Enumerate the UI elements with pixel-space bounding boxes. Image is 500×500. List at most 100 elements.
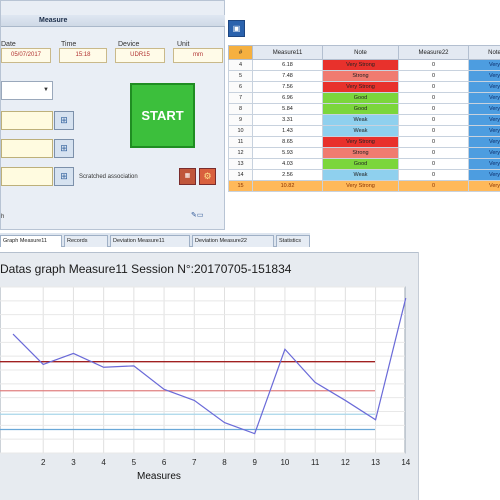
note-cell: Very Strong <box>322 81 399 93</box>
unit-label: Unit <box>177 41 190 48</box>
row-index: 5 <box>228 70 253 82</box>
table-row[interactable]: 9 3.31 Weak 0 Very <box>228 114 500 126</box>
table-row[interactable]: 10 1.43 Weak 0 Very <box>228 125 500 137</box>
x-tick-label: 3 <box>71 458 76 467</box>
column-header[interactable]: Note <box>322 45 399 60</box>
table-row[interactable]: 6 7.56 Very Strong 0 Very <box>228 81 500 93</box>
pen-icon[interactable]: ✎▭ <box>191 211 215 223</box>
input-field-1[interactable] <box>1 111 53 130</box>
row-index: 6 <box>228 81 253 93</box>
tab-graph-measure11[interactable]: Graph Measure11 <box>0 235 62 247</box>
panel-title: Measure <box>39 17 68 24</box>
note-cell: Good <box>322 158 399 170</box>
x-axis-label: Measures <box>137 471 181 482</box>
table-row[interactable]: 13 4.03 Good 0 Very <box>228 158 500 170</box>
note2-cell: Very <box>468 81 500 93</box>
measure-cell: 10.82 <box>252 180 323 192</box>
x-tick-label: 6 <box>162 458 167 467</box>
date-field[interactable]: 05/07/2017 <box>1 48 51 63</box>
measure22-cell: 0 <box>398 180 469 192</box>
measure-cell: 8.65 <box>252 136 323 148</box>
start-button[interactable]: START <box>130 83 195 148</box>
tab-statistics[interactable]: Statistics <box>276 235 310 247</box>
x-tick-label: 9 <box>252 458 257 467</box>
x-tick-label: 2 <box>41 458 46 467</box>
measure-panel: Measure Date 05/07/2017 Time 15:18 Devic… <box>0 0 225 230</box>
row-index: 14 <box>228 169 253 181</box>
measure-cell: 6.18 <box>252 59 323 71</box>
measure-cell: 7.56 <box>252 81 323 93</box>
browse-button-2[interactable]: ⊞ <box>54 139 74 158</box>
tab-deviation-measure11[interactable]: Deviation Measure11 <box>110 235 190 247</box>
measure-line-chart: 23456789101112131415 <box>0 286 411 467</box>
table-row[interactable]: 8 5.84 Good 0 Very <box>228 103 500 115</box>
tab-deviation-measure22[interactable]: Deviation Measure22 <box>192 235 274 247</box>
table-row[interactable]: 7 6.96 Good 0 Very <box>228 92 500 104</box>
x-tick-label: 4 <box>101 458 106 467</box>
row-index: 11 <box>228 136 253 148</box>
row-index: 13 <box>228 158 253 170</box>
row-index: 9 <box>228 114 253 126</box>
table-row[interactable]: 12 5.93 Strong 0 Very <box>228 147 500 159</box>
table-row[interactable]: 15 10.82 Very Strong 0 Very <box>228 180 500 192</box>
column-header[interactable]: Note <box>468 45 500 60</box>
column-header[interactable]: Measure11 <box>252 45 323 60</box>
note2-cell: Very <box>468 147 500 159</box>
chart-button[interactable]: ▦ <box>179 168 196 185</box>
row-index: 8 <box>228 103 253 115</box>
browse-button-3[interactable]: ⊞ <box>54 167 74 186</box>
table-header-row: # Measure11 Note Measure22 Note <box>228 45 500 60</box>
x-tick-label: 13 <box>371 458 380 467</box>
table-row[interactable]: 14 2.56 Weak 0 Very <box>228 169 500 181</box>
measure-cell: 5.93 <box>252 147 323 159</box>
measure-select[interactable]: ▼ <box>1 81 53 100</box>
device-label: Device <box>118 41 140 48</box>
tab-records[interactable]: Records <box>64 235 108 247</box>
note-cell: Very Strong <box>322 180 399 192</box>
row-index: 4 <box>228 59 253 71</box>
measure22-cell: 0 <box>398 92 469 104</box>
window-icon[interactable]: ▣ <box>228 20 245 37</box>
input-field-2[interactable] <box>1 139 53 158</box>
measure22-cell: 0 <box>398 114 469 126</box>
gear-icon: ⚙ <box>203 171 212 181</box>
measure22-cell: 0 <box>398 147 469 159</box>
table-row[interactable]: 4 6.18 Very Strong 0 Very <box>228 59 500 71</box>
measure22-cell: 0 <box>398 59 469 71</box>
row-index: 15 <box>228 180 253 192</box>
note2-cell: Very <box>468 169 500 181</box>
table-row[interactable]: 11 8.65 Very Strong 0 Very <box>228 136 500 148</box>
column-header[interactable]: # <box>228 45 253 60</box>
row-index: 10 <box>228 125 253 137</box>
x-tick-label: 7 <box>192 458 197 467</box>
table-row[interactable]: 5 7.48 Strong 0 Very <box>228 70 500 82</box>
column-header[interactable]: Measure22 <box>398 45 469 60</box>
note-cell: Good <box>322 103 399 115</box>
measure22-cell: 0 <box>398 103 469 115</box>
measure22-cell: 0 <box>398 169 469 181</box>
x-tick-label: 5 <box>132 458 137 467</box>
input-field-3[interactable] <box>1 167 53 186</box>
folder-icon: ⊞ <box>60 115 68 125</box>
browse-button-1[interactable]: ⊞ <box>54 111 74 130</box>
chevron-down-icon: ▼ <box>43 87 49 93</box>
measure22-cell: 0 <box>398 81 469 93</box>
row-index: 7 <box>228 92 253 104</box>
unit-field[interactable]: mm <box>173 48 223 63</box>
tab-strip: Graph Measure11 Records Deviation Measur… <box>0 233 310 247</box>
note-cell: Weak <box>322 114 399 126</box>
x-tick-label: 11 <box>311 458 320 467</box>
time-label: Time <box>61 41 77 48</box>
note-cell: Very Strong <box>322 59 399 71</box>
measure-cell: 5.84 <box>252 103 323 115</box>
settings-button[interactable]: ⚙ <box>199 168 216 185</box>
note2-cell: Very <box>468 70 500 82</box>
folder-icon: ⊞ <box>60 171 68 181</box>
note-cell: Strong <box>322 147 399 159</box>
device-field[interactable]: UDR15 <box>115 48 165 63</box>
note2-cell: Very <box>468 103 500 115</box>
measure-cell: 2.56 <box>252 169 323 181</box>
x-tick-label: 8 <box>222 458 227 467</box>
time-field[interactable]: 15:18 <box>59 48 107 63</box>
measure22-cell: 0 <box>398 136 469 148</box>
